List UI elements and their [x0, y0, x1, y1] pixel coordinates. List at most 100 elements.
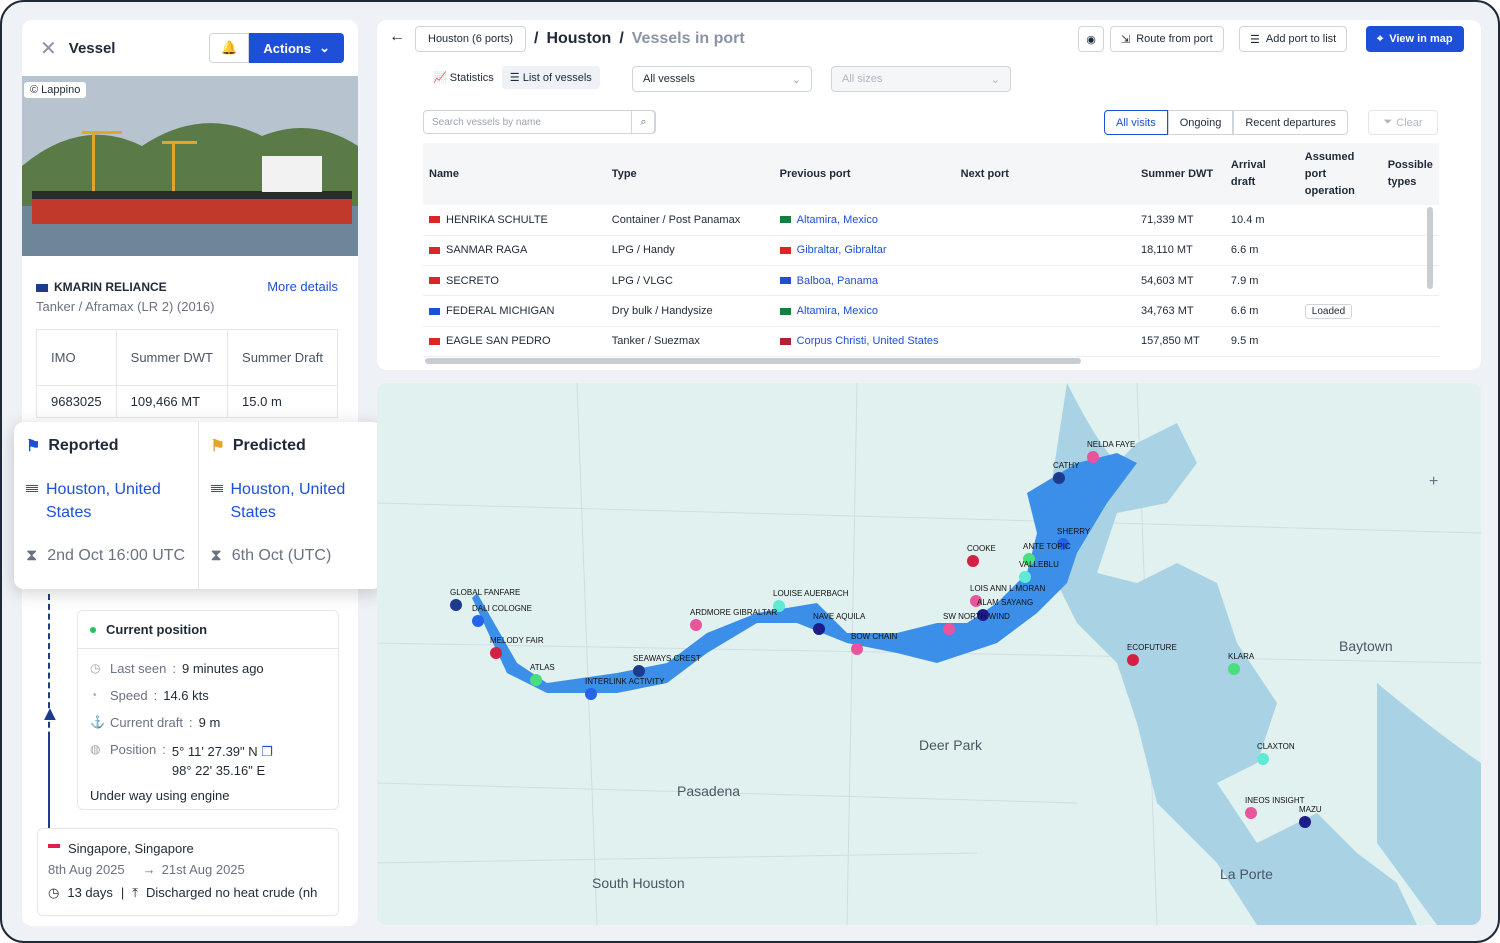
vessel-marker[interactable]: [690, 619, 702, 631]
spec-header: IMO: [36, 329, 117, 386]
map-zoom-icon[interactable]: +: [1429, 473, 1438, 491]
previous-port-cell[interactable]: Balboa, Panama: [773, 265, 955, 297]
draft-cell: 10.4 m: [1224, 205, 1299, 236]
more-details-link[interactable]: More details: [267, 279, 338, 294]
col-next-port[interactable]: Next port: [954, 143, 1135, 205]
vessel-marker[interactable]: [1245, 807, 1257, 819]
dwt-cell: 71,339 MT: [1135, 205, 1225, 236]
vessel-name-cell[interactable]: SECRETO: [423, 265, 606, 297]
vessel-map-label: SHERRY: [1057, 527, 1091, 536]
vessel-marker[interactable]: [943, 623, 955, 635]
globe-icon: ◍: [90, 742, 101, 756]
tab-list-of-vessels[interactable]: ☰ List of vessels: [501, 66, 600, 89]
table-row[interactable]: SECRETO LPG / VLGC Balboa, Panama 54,603…: [423, 265, 1439, 297]
next-port-cell: [954, 235, 1135, 267]
add-port-to-list-button[interactable]: ☰ Add port to list: [1239, 26, 1348, 52]
port-map[interactable]: NELDA FAYE CATHY SHERRY COOKE ANTE TOPIC VALL…: [377, 383, 1481, 925]
reported-title: Reported: [48, 437, 119, 454]
vessel-name-cell[interactable]: EAGLE SAN PEDRO: [423, 326, 606, 357]
vessel-map-label: BOW CHAIN: [851, 632, 897, 641]
chevron-down-icon: ⌄: [791, 73, 801, 86]
vessel-marker[interactable]: [585, 688, 597, 700]
view-in-map-button[interactable]: ⌖ View in map: [1366, 26, 1464, 52]
arrow-right-icon: →: [142, 862, 156, 877]
vessel-map-label: SW NORTH WIND: [943, 612, 1010, 621]
dwt-value: 109,466 MT: [115, 385, 229, 418]
filter-icon: ⏷: [1383, 116, 1393, 128]
sizes-select[interactable]: All sizes ⌄: [831, 66, 1011, 92]
map-place-label: Pasadena: [677, 783, 740, 799]
last-seen-label: Last seen: [110, 661, 167, 676]
table-row[interactable]: EAGLE SAN PEDRO Tanker / Suezmax Corpus …: [423, 326, 1439, 357]
port-pill[interactable]: Houston (6 ports): [415, 26, 526, 52]
trip-card[interactable]: Singapore, Singapore 8th Aug 2025 → 21st A…: [37, 828, 339, 916]
speed-label: Speed: [110, 688, 148, 703]
vessel-marker[interactable]: [450, 599, 462, 611]
close-icon[interactable]: ✕: [40, 36, 57, 61]
draft-cell: 6.6 m: [1224, 295, 1299, 327]
table-row[interactable]: HENRIKA SCHULTE Container / Post Panamax…: [423, 205, 1439, 236]
previous-port-cell[interactable]: Altamira, Mexico: [773, 205, 955, 236]
vessel-marker[interactable]: [490, 647, 502, 659]
type-cell: LPG / Handy: [605, 235, 774, 267]
previous-port-cell[interactable]: Altamira, Mexico: [773, 295, 955, 327]
col-assumed-operation[interactable]: Assumed port operation: [1298, 143, 1382, 205]
vessel-map-label: NAVE AQUILA: [813, 612, 866, 621]
next-port-cell: [954, 295, 1135, 327]
col-possible-types[interactable]: Possible types: [1381, 143, 1439, 205]
col-previous-port[interactable]: Previous port: [773, 143, 955, 205]
list-icon: ☰: [509, 72, 520, 84]
route-from-port-button[interactable]: ⇲ Route from port: [1110, 26, 1224, 52]
search-icon[interactable]: ⌕: [631, 110, 656, 134]
previous-port-cell[interactable]: Gibraltar, Gibraltar: [773, 235, 955, 267]
vessel-map-label: COOKE: [967, 544, 996, 553]
filter-recent-departures[interactable]: Recent departures: [1233, 110, 1348, 135]
vessel-map-label: ALAM SAYANG: [977, 598, 1033, 607]
draft-cell: 7.9 m: [1224, 265, 1299, 297]
vessel-marker[interactable]: [472, 615, 484, 627]
horizontal-scrollbar[interactable]: [425, 358, 1081, 364]
tab-statistics[interactable]: 📈 Statistics: [425, 66, 502, 89]
vessel-marker[interactable]: [851, 643, 863, 655]
vessel-marker[interactable]: [1019, 571, 1031, 583]
table-row[interactable]: FEDERAL MICHIGAN Dry bulk / Handysize Al…: [423, 295, 1439, 327]
vessel-marker[interactable]: [1257, 753, 1269, 765]
type-cell: Tanker / Suezmax: [605, 326, 774, 357]
vessel-name-cell[interactable]: HENRIKA SCHULTE: [423, 205, 606, 236]
col-name[interactable]: Name: [423, 143, 606, 205]
vessel-marker[interactable]: [530, 674, 542, 686]
vertical-scrollbar[interactable]: [1427, 207, 1433, 289]
filter-all-visits[interactable]: All visits: [1104, 110, 1168, 135]
predicted-port[interactable]: Houston, United States: [231, 478, 371, 524]
crumb-port[interactable]: Houston: [546, 30, 611, 48]
search-input[interactable]: Search vessels by name: [423, 110, 655, 134]
col-arrival-draft[interactable]: Arrival draft: [1224, 143, 1299, 205]
bell-icon[interactable]: 🔔: [209, 33, 250, 63]
vessel-marker[interactable]: [1087, 451, 1099, 463]
vessel-name-cell[interactable]: FEDERAL MICHIGAN: [423, 295, 606, 327]
filter-ongoing[interactable]: Ongoing: [1167, 110, 1234, 135]
reported-port[interactable]: Houston, United States: [46, 478, 186, 524]
vessel-marker[interactable]: [1053, 472, 1065, 484]
vessel-marker[interactable]: [967, 555, 979, 567]
vessel-map-label: MAZU: [1299, 805, 1322, 814]
vessel-name-cell[interactable]: SANMAR RAGA: [423, 235, 606, 267]
col-type[interactable]: Type: [605, 143, 774, 205]
previous-port-cell[interactable]: Corpus Christi, United States: [773, 326, 955, 357]
actions-button[interactable]: Actions ⌄: [249, 33, 344, 63]
draft-value: 9 m: [198, 715, 221, 730]
clear-button[interactable]: ⏷ Clear: [1368, 110, 1438, 135]
vessel-marker[interactable]: [1299, 816, 1311, 828]
vessels-select[interactable]: All vessels ⌄: [632, 66, 812, 92]
back-arrow-icon[interactable]: ←: [389, 28, 405, 46]
vessel-marker[interactable]: [633, 665, 645, 677]
copy-icon[interactable]: ❐: [261, 744, 273, 759]
vessel-marker[interactable]: [1228, 663, 1240, 675]
col-summer-dwt[interactable]: Summer DWT: [1135, 143, 1225, 205]
vessel-marker[interactable]: [1127, 654, 1139, 666]
table-row[interactable]: SANMAR RAGA LPG / Handy Gibraltar, Gibra…: [423, 235, 1439, 267]
predicted-icon: ⚑: [210, 438, 225, 455]
vessel-marker[interactable]: [813, 623, 825, 635]
eye-button[interactable]: ◉: [1078, 26, 1104, 52]
flag-icon: [429, 277, 440, 285]
